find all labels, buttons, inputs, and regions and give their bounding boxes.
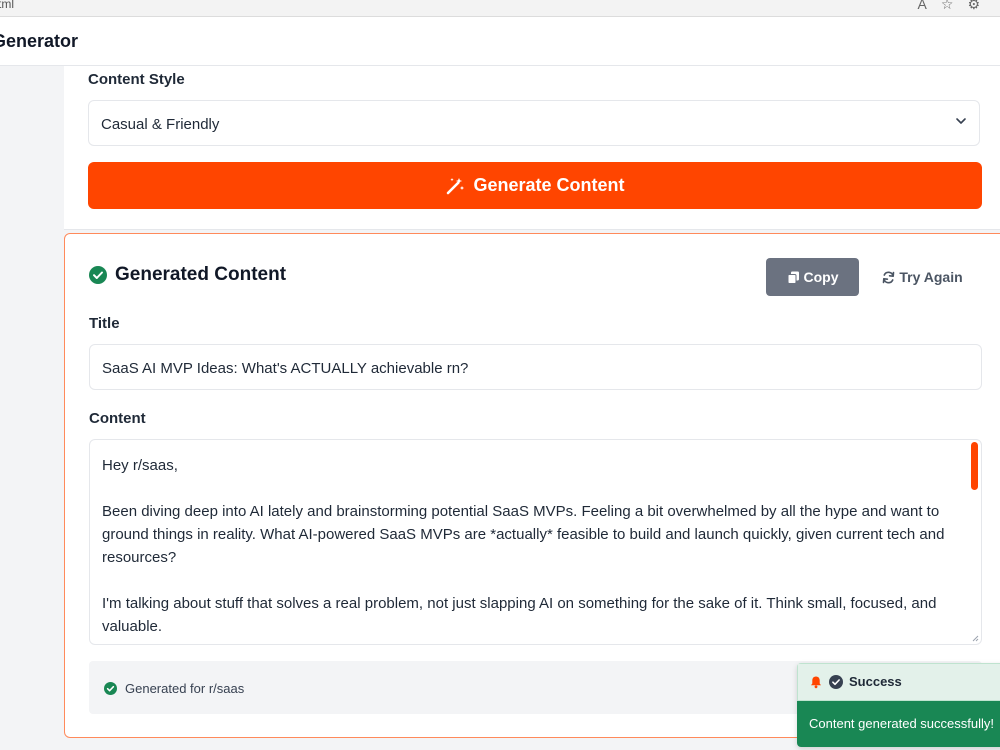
generated-content-heading: Generated Content — [115, 264, 287, 285]
magic-wand-icon — [447, 177, 465, 194]
try-again-button[interactable]: Try Again — [875, 258, 970, 296]
content-text: Hey r/saas, Been diving deep into AI lat… — [102, 457, 945, 635]
content-label: Content — [89, 410, 146, 427]
copy-label: Copy — [803, 269, 839, 285]
generated-for-text: Generated for r/saas — [125, 681, 245, 696]
app-title: Generator — [0, 31, 79, 51]
generate-content-button[interactable]: Generate Content — [88, 162, 982, 209]
title-input[interactable]: SaaS AI MVP Ideas: What's ACTUALLY achie… — [89, 344, 982, 390]
resize-grip-icon[interactable] — [971, 634, 979, 642]
content-textarea[interactable]: Hey r/saas, Been diving deep into AI lat… — [89, 439, 982, 645]
check-circle-icon — [829, 674, 843, 689]
star-icon[interactable]: ☆ — [941, 0, 968, 12]
gear-icon[interactable]: ⚙ — [967, 0, 994, 12]
toast-header: Success — [797, 663, 1000, 701]
generated-content-header: Generated Content — [89, 264, 286, 286]
chevron-down-icon — [956, 118, 966, 124]
refresh-icon — [883, 271, 895, 283]
content-scrollbar[interactable] — [971, 442, 978, 490]
left-rail — [0, 66, 64, 750]
browser-actions: A☆⚙ — [918, 0, 994, 13]
generate-content-label: Generate Content — [473, 175, 625, 195]
copy-icon — [787, 271, 799, 284]
toast-title: Success — [849, 674, 902, 689]
success-toast: Success Content generated successfully! — [797, 663, 1000, 747]
address-bar-text[interactable]: tml — [0, 0, 14, 11]
browser-toolbar: tml A☆⚙ — [0, 0, 1000, 17]
app-header: Generator — [0, 17, 1000, 66]
generator-form: Content Style Casual & Friendly Generate… — [64, 66, 1000, 230]
try-again-label: Try Again — [899, 269, 963, 285]
copy-button[interactable]: Copy — [766, 258, 859, 296]
check-circle-icon — [89, 266, 107, 284]
toast-message: Content generated successfully! — [809, 716, 994, 731]
content-style-value: Casual & Friendly — [101, 116, 220, 133]
font-size-icon[interactable]: A — [918, 0, 941, 12]
content-style-select[interactable]: Casual & Friendly — [88, 100, 980, 146]
content-style-label: Content Style — [88, 71, 185, 88]
check-circle-icon — [104, 682, 117, 695]
title-label: Title — [89, 315, 120, 332]
bell-icon — [811, 676, 821, 688]
title-value: SaaS AI MVP Ideas: What's ACTUALLY achie… — [102, 360, 469, 377]
toast-body: Content generated successfully! — [797, 701, 1000, 747]
